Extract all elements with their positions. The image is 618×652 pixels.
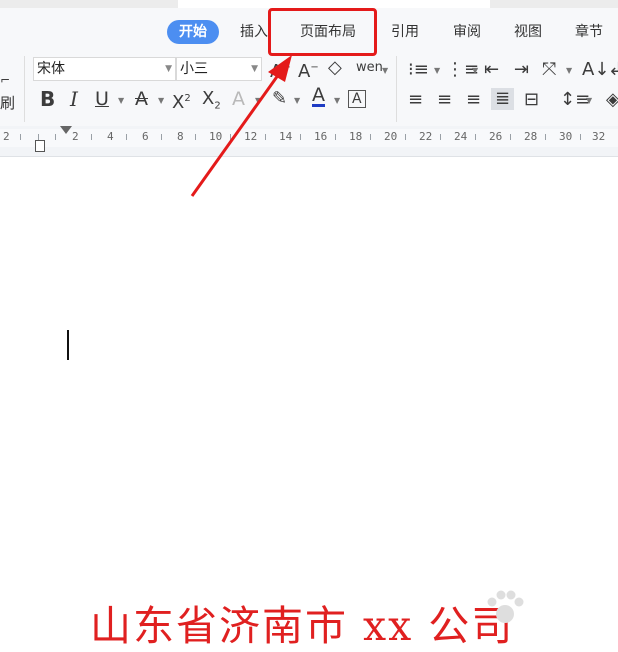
paw-icon [487,590,524,623]
caption-text: 山东省济南市 xx 公司 [90,602,515,650]
red-arrow-annotation [190,55,292,197]
text-cursor [67,330,69,360]
watermark [476,586,606,630]
